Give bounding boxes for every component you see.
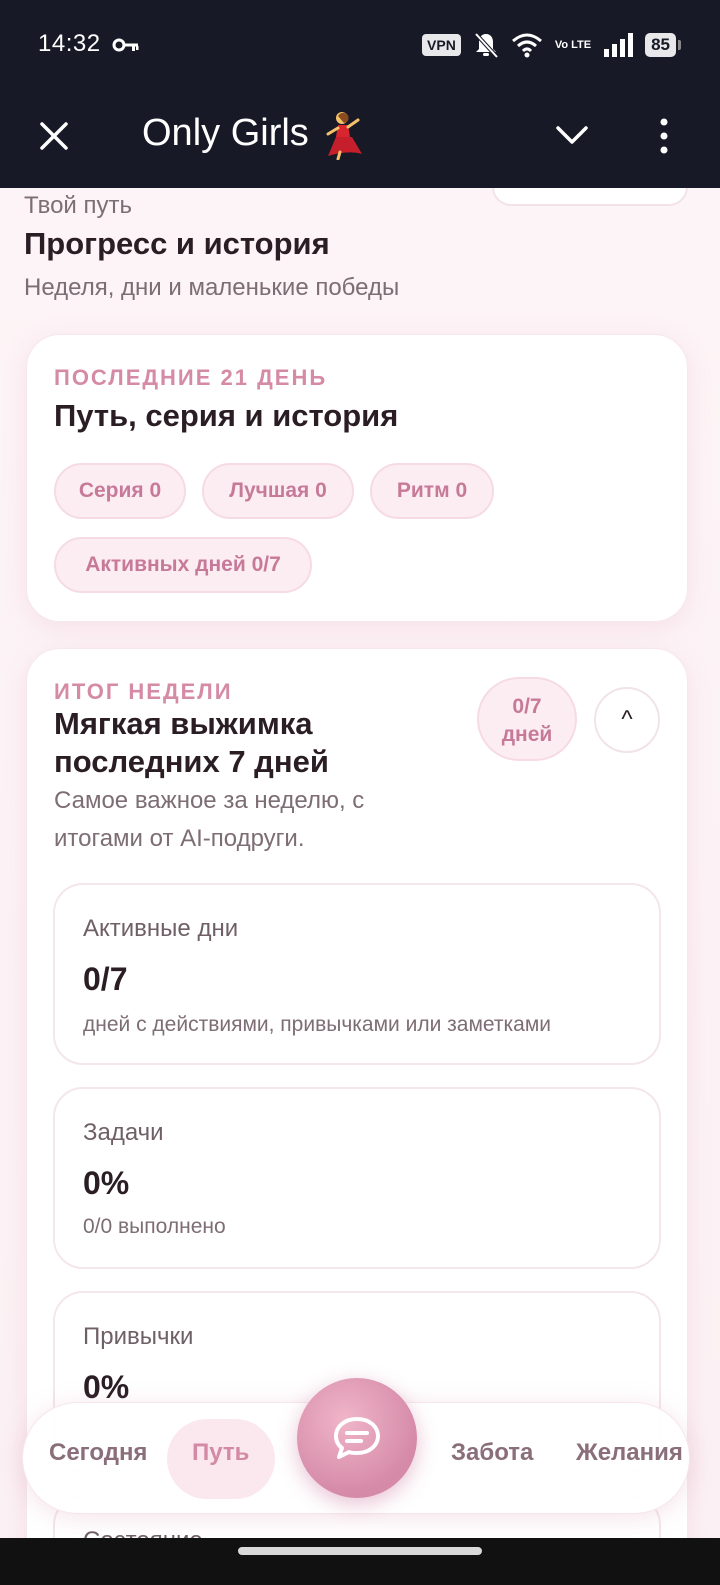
stat-card-active-days[interactable]: Активные дни 0/7 дней с действиями, прив… <box>53 883 661 1065</box>
history-title: Путь, серия и история <box>54 398 399 433</box>
status-icons: VPN Vo LTE 85 <box>422 28 681 62</box>
badge-count: 0/7 <box>512 695 542 718</box>
nav-item-today[interactable]: Сегодня <box>49 1439 147 1467</box>
stat-label: Задачи <box>83 1119 164 1146</box>
week-title-line1: Мягкая выжимка <box>54 706 313 741</box>
chip-active-days[interactable]: Активных дней 0/7 <box>54 537 312 593</box>
stat-value: 0% <box>83 1165 130 1201</box>
collapse-button[interactable]: ^ <box>594 687 660 753</box>
vpn-badge: VPN <box>422 34 461 56</box>
week-days-badge: 0/7 дней <box>477 677 577 761</box>
chip-best[interactable]: Лучшая 0 <box>202 463 354 519</box>
chip-streak[interactable]: Серия 0 <box>54 463 186 519</box>
nav-item-path[interactable]: Путь <box>192 1439 249 1467</box>
stat-desc: дней с действиями, привычками или заметк… <box>83 1013 551 1036</box>
chevron-up-icon: ^ <box>621 706 633 733</box>
signal-icon <box>604 33 634 57</box>
dancer-emoji-icon <box>326 112 362 160</box>
system-nav-bar <box>0 1538 720 1585</box>
bell-off-icon <box>474 32 499 59</box>
key-icon <box>112 38 139 52</box>
badge-unit: дней <box>501 723 553 746</box>
section-title: Прогресс и история <box>24 226 330 261</box>
home-indicator[interactable] <box>238 1547 482 1555</box>
nav-item-care[interactable]: Забота <box>451 1439 533 1467</box>
section-subtitle: Неделя, дни и маленькие победы <box>24 274 400 301</box>
wifi-icon <box>511 33 542 58</box>
stat-card-tasks[interactable]: Задачи 0% 0/0 выполнено <box>53 1087 661 1269</box>
nav-item-wishes[interactable]: Желания <box>576 1439 683 1467</box>
chevron-down-icon[interactable] <box>552 118 592 152</box>
stat-value: 0/7 <box>83 961 128 997</box>
scroll-content[interactable]: Твой путь Прогресс и история Неделя, дни… <box>0 188 720 1538</box>
stat-label: Привычки <box>83 1323 194 1350</box>
stat-desc: 0/0 выполнено <box>83 1215 226 1238</box>
chat-fab-button[interactable] <box>297 1378 417 1498</box>
app-title: Only Girls <box>142 112 309 154</box>
stat-value: 0% <box>83 1369 130 1405</box>
week-desc-line2: итогами от AI-подруги. <box>54 825 305 852</box>
status-bar: 14:32 VPN Vo LTE 85 <box>0 0 720 90</box>
chip-rhythm[interactable]: Ритм 0 <box>370 463 494 519</box>
partial-pill-button[interactable] <box>492 188 688 206</box>
status-time: 14:32 <box>38 30 101 57</box>
stat-label: Состояние <box>83 1527 203 1538</box>
close-icon[interactable] <box>34 116 74 156</box>
battery-indicator: 85 <box>645 33 681 57</box>
week-kicker: ИТОГ НЕДЕЛИ <box>54 679 233 704</box>
week-title-line2: последних 7 дней <box>54 744 329 779</box>
more-vertical-icon[interactable] <box>654 114 674 158</box>
app-bar: Only Girls <box>0 90 720 188</box>
week-desc-line1: Самое важное за неделю, с <box>54 787 365 814</box>
section-kicker: Твой путь <box>24 192 132 219</box>
chat-bubble-icon <box>334 1417 380 1459</box>
volte-label: Vo LTE <box>554 38 592 51</box>
history-card: ПОСЛЕДНИЕ 21 ДЕНЬ Путь, серия и история … <box>26 334 688 622</box>
stat-label: Активные дни <box>83 915 239 942</box>
history-kicker: ПОСЛЕДНИЕ 21 ДЕНЬ <box>54 365 328 390</box>
